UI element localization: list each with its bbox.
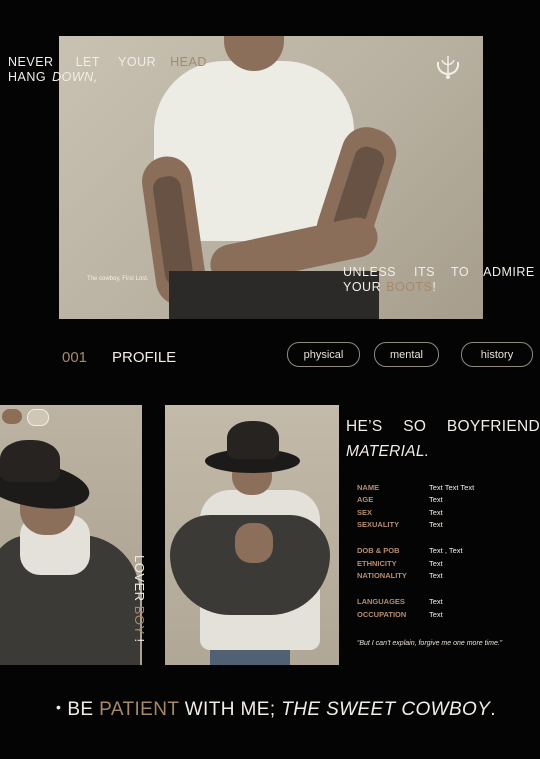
small-quote: “But I can’t explain, forgive me one mor… (357, 640, 503, 647)
quote-word: NEVER (8, 55, 54, 69)
hat-crown (227, 421, 279, 459)
quote-word: UNLESS (343, 265, 397, 279)
tagline-period: . (490, 699, 496, 720)
profile-number: 001 (62, 349, 88, 366)
bullet: • (56, 699, 62, 715)
photo-cowboy-hat-left (0, 405, 142, 665)
quote-word-accent: HEAD (170, 55, 207, 69)
quote-word: YOUR (118, 55, 157, 69)
quote-word: ITS (414, 265, 435, 279)
tagline-word-accent: PATIENT (99, 699, 180, 720)
field-label-dob: DOB & POB (357, 546, 400, 555)
field-value-dob: Text , Text (429, 546, 463, 555)
tab-physical[interactable]: physical (287, 342, 360, 367)
hands (235, 523, 273, 563)
field-label-age: AGE (357, 495, 374, 504)
quote-word: HANG (8, 70, 47, 84)
quote-word: ADMIRE (483, 265, 535, 279)
field-value-sex: Text (429, 508, 443, 517)
quote-word: LET (75, 55, 101, 69)
tab-history[interactable]: history (461, 342, 533, 367)
quote-word: ! (432, 280, 437, 294)
horseshoe-emblem-icon (431, 52, 465, 86)
quote-word-italic: DOWN, (52, 70, 98, 84)
side-word-accent: BOY (132, 605, 147, 635)
headline-line-1: HE’S SO BOYFRIEND (346, 418, 540, 436)
quote-word: YOUR (343, 280, 382, 294)
tagline-word-italic: THE SWEET COWBOY (281, 699, 491, 720)
headline-word: HE’S (346, 418, 383, 435)
hat-crown (0, 440, 60, 482)
field-label-nationality: NATIONALITY (357, 571, 407, 580)
side-text-lover-boy: LOVER BOY ! (132, 555, 147, 643)
tagline-word: BE (67, 699, 94, 720)
tagline-word: WITH ME; (184, 699, 276, 720)
bottom-tagline: • BE PATIENT WITH ME; THE SWEET COWBOY. (56, 699, 496, 721)
hero-quote-top: NEVER LET YOUR HEAD HANG DOWN, (8, 55, 208, 85)
side-word: LOVER (132, 555, 147, 602)
photo-cowboy-hat-mid (165, 405, 339, 665)
hero-caption: The cowboy, First Lost. (87, 276, 149, 282)
field-value-nationality: Text (429, 571, 443, 580)
color-dot-brown (2, 409, 22, 424)
field-label-sexuality: SEXUALITY (357, 520, 400, 529)
field-label-ethnicity: ETHNICITY (357, 559, 397, 568)
field-label-languages: LANGUAGES (357, 597, 405, 606)
field-value-languages: Text (429, 597, 443, 606)
color-dot-outline (27, 409, 49, 426)
field-label-occupation: OCCUPATION (357, 610, 407, 619)
quote-word: TO (450, 265, 470, 279)
field-label-name: NAME (357, 483, 380, 492)
field-value-age: Text (429, 495, 443, 504)
profile-title: PROFILE (112, 349, 177, 366)
hero-quote-bottom: UNLESS ITS TO ADMIRE YOUR BOOTS! (343, 265, 540, 295)
field-value-name: Text Text Text (429, 483, 475, 492)
field-value-sexuality: Text (429, 520, 443, 529)
side-word: ! (132, 638, 147, 643)
field-value-occupation: Text (429, 610, 443, 619)
field-value-ethnicity: Text (429, 559, 443, 568)
headline-line-2: MATERIAL. (346, 443, 430, 460)
headline-word: SO (403, 418, 427, 435)
field-label-sex: SEX (357, 508, 373, 517)
tab-mental[interactable]: mental (374, 342, 439, 367)
quote-word-accent: BOOTS (386, 280, 433, 294)
headline-word: BOYFRIEND (446, 418, 540, 435)
